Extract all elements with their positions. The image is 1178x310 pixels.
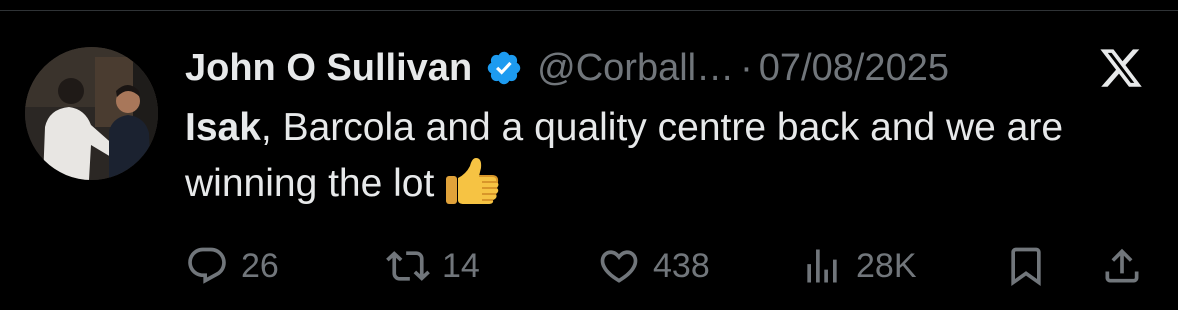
tweet-text: Isak, Barcola and a quality centre back … [185,100,1145,212]
verified-badge-icon [487,51,521,85]
like-button[interactable]: 438 [597,238,710,294]
like-count: 438 [653,246,710,285]
tweet-header: John O Sullivan @Corball… · 07/08/2025 [185,40,949,96]
thumbs-up-emoji [446,158,499,204]
bookmark-icon [1011,247,1041,287]
share-icon [1105,248,1139,283]
avatar-photo [25,47,158,180]
retweet-button[interactable]: 14 [386,238,480,294]
bookmark-button[interactable] [1004,238,1048,294]
author-handle[interactable]: @Corball… [537,47,734,90]
top-divider [0,10,1178,11]
avatar[interactable] [25,47,158,180]
tweet-date[interactable]: 07/08/2025 [759,47,949,90]
views-count: 28K [856,246,917,285]
x-logo-icon[interactable] [1098,45,1144,91]
reply-icon [188,247,226,284]
tweet-body: , Barcola and a quality centre back and … [185,106,1064,205]
retweet-count: 14 [442,246,480,285]
retweet-icon [386,251,430,281]
reply-button[interactable]: 26 [185,238,279,294]
heart-icon [600,250,638,283]
author-name[interactable]: John O Sullivan [185,47,472,90]
reply-count: 26 [241,246,279,285]
views-icon [807,249,837,283]
share-button[interactable] [1100,238,1144,294]
separator-dot: · [740,46,753,89]
mention-isak: Isak [185,106,261,149]
views-button[interactable]: 28K [800,238,917,294]
tweet-actions: 26 14 438 28K [0,238,1178,294]
